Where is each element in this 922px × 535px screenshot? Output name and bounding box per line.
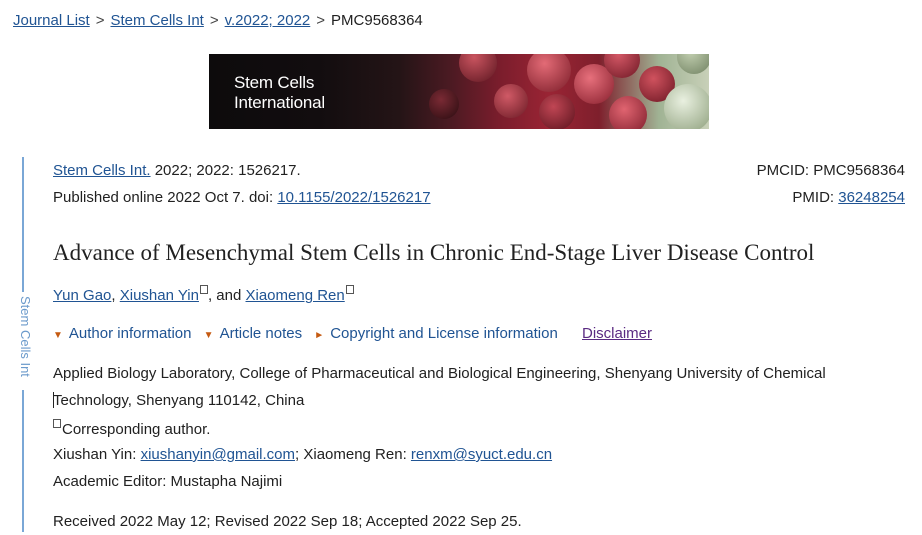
disclaimer-link[interactable]: Disclaimer	[582, 325, 652, 342]
breadcrumb-journal-list[interactable]: Journal List	[13, 12, 90, 29]
breadcrumb-separator: >	[316, 12, 326, 29]
corresponding-mark-icon[interactable]	[199, 285, 208, 294]
toggle-author-information-label: Author information	[68, 325, 192, 342]
breadcrumb-separator: >	[209, 12, 219, 29]
contact-name-2: ; Xiaomeng Ren:	[295, 446, 411, 463]
contact-name-1: Xiushan Yin:	[53, 446, 141, 463]
author-separator: , and	[207, 287, 246, 304]
toggle-author-information[interactable]: ▼ Author information	[53, 325, 191, 342]
affiliation-line-1: Applied Biology Laboratory, College of P…	[53, 365, 826, 382]
email-link-1[interactable]: xiushanyin@gmail.com	[141, 446, 295, 463]
author-separator: ,	[111, 287, 120, 304]
author-list: Yun Gao, Xiushan Yin , and Xiaomeng Ren	[53, 285, 354, 304]
breadcrumb-current: PMC9568364	[331, 12, 423, 29]
corresponding-note: Corresponding author.	[53, 419, 210, 438]
banner-journal-name: Stem Cells International	[234, 73, 325, 113]
citation-journal: Stem Cells Int. 2022; 2022: 1526217.	[53, 162, 301, 179]
breadcrumb-journal[interactable]: Stem Cells Int	[110, 12, 203, 29]
pmid-label: PMID:	[792, 189, 839, 206]
academic-editor: Academic Editor: Mustapha Najimi	[53, 473, 283, 490]
article-info-toggles: ▼ Author information ▼ Article notes ► Copy…	[53, 325, 652, 342]
triangle-down-icon: ▼	[203, 330, 214, 341]
journal-banner[interactable]: Stem Cells International	[209, 54, 709, 129]
pmid-link[interactable]: 36248254	[838, 189, 905, 206]
contact-line: Xiushan Yin: xiushanyin@gmail.com; Xiaom…	[53, 446, 552, 463]
corresponding-mark-icon	[53, 419, 61, 428]
triangle-right-icon: ►	[314, 330, 325, 341]
toggle-article-notes-label: Article notes	[219, 325, 303, 342]
article-title: Advance of Mesenchymal Stem Cells in Chr…	[53, 240, 815, 265]
corresponding-mark-icon[interactable]	[345, 285, 354, 294]
toggle-article-notes[interactable]: ▼ Article notes	[204, 325, 302, 342]
published-prefix: Published online 2022 Oct 7. doi:	[53, 189, 278, 206]
breadcrumb-volume[interactable]: v.2022; 2022	[225, 12, 311, 29]
banner-line2: International	[234, 93, 325, 112]
published-line: Published online 2022 Oct 7. doi: 10.115…	[53, 189, 431, 206]
doi-link[interactable]: 10.1155/2022/1526217	[277, 189, 430, 206]
banner-line1: Stem Cells	[234, 73, 315, 92]
breadcrumb: Journal List > Stem Cells Int > v.2022; 2022…	[13, 12, 423, 29]
breadcrumb-separator: >	[95, 12, 105, 29]
sidebar-journal-label[interactable]: Stem Cells Int	[13, 292, 33, 390]
affiliation-line-2-wrapper: Technology, Shenyang 110142, China	[53, 392, 304, 409]
affiliation-line-2: Technology, Shenyang 110142, China	[53, 392, 305, 409]
author-link-2[interactable]: Xiushan Yin	[120, 287, 199, 304]
author-link-3[interactable]: Xiaomeng Ren	[246, 287, 345, 304]
corresponding-label: Corresponding author.	[62, 421, 211, 438]
pmcid-text: PMCID: PMC9568364	[756, 162, 905, 179]
pmid-line: PMID: 36248254	[792, 189, 905, 206]
triangle-down-icon: ▼	[53, 330, 63, 341]
article-history-dates: Received 2022 May 12; Revised 2022 Sep 1…	[53, 513, 522, 530]
citation-volume-text: 2022; 2022: 1526217.	[150, 162, 301, 179]
email-link-2[interactable]: renxm@syuct.edu.cn	[411, 446, 552, 463]
author-link-1[interactable]: Yun Gao	[53, 287, 111, 304]
toggle-copyright-label: Copyright and License information	[330, 325, 558, 342]
citation-journal-link[interactable]: Stem Cells Int.	[53, 162, 151, 179]
toggle-copyright-license[interactable]: ► Copyright and License information	[314, 325, 558, 342]
